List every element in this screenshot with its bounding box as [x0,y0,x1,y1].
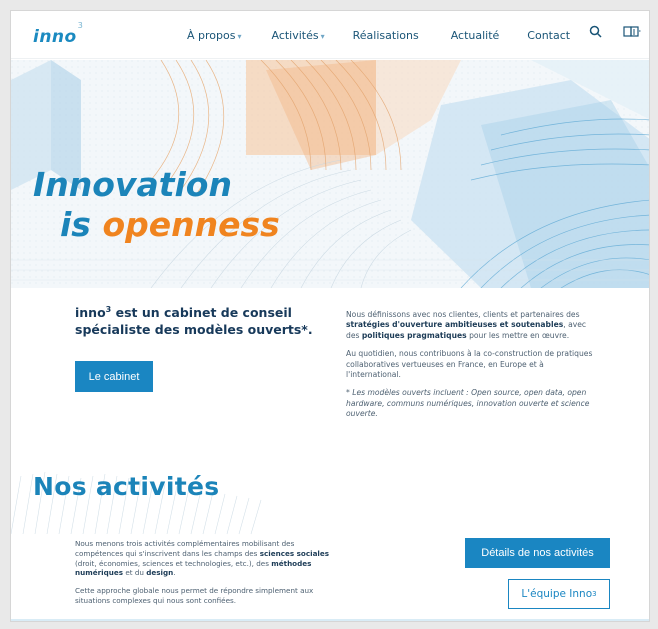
nav-item-actualite[interactable]: Actualité [451,29,500,42]
activities-title: Nos activités [33,472,220,501]
intro-description: Nous définissons avec nos clientes, clie… [346,310,601,428]
hero-title: Innovation is openness [33,165,280,245]
intro-footnote: * Les modèles ouverts incluent : Open so… [346,388,590,419]
activities-description: Nous menons trois activités complémentai… [75,539,337,614]
hero-title-line1: Innovation [33,165,232,204]
book-icon[interactable] [623,25,641,42]
bottom-divider [11,619,649,621]
page-frame: inno3 À propos ▾ Activités ▾ Réalisations … [10,10,650,622]
activities-paragraph-2: Cette approche globale nous permet de ré… [75,586,314,605]
team-button[interactable]: L'équipe Inno 3 [508,579,610,609]
chevron-down-icon: ▾ [320,32,325,41]
nav-item-contact[interactable]: Contact [527,29,570,42]
activities-details-button[interactable]: Détails de nos activités [465,538,610,568]
intro-paragraph-1: Nous définissons avec nos clientes, clie… [346,310,587,340]
logo[interactable]: inno3 [33,21,83,47]
nav-item-realisations[interactable]: Réalisations [353,29,419,42]
intro-heading: inno3 est un cabinet de conseil spéciali… [75,305,313,338]
nav-item-apropos[interactable]: À propos ▾ [187,29,241,42]
main-nav: À propos ▾ Activités ▾ Réalisations Actual… [187,29,570,42]
hero-banner: Innovation is openness [11,60,649,288]
site-header: inno3 À propos ▾ Activités ▾ Réalisations … [11,11,649,59]
search-icon[interactable] [589,25,602,42]
chevron-down-icon: ▾ [237,32,242,41]
activities-paragraph-1: Nous menons trois activités complémentai… [75,539,330,578]
intro-paragraph-2: Au quotidien, nous contribuons à la co-c… [346,349,593,380]
hero-title-line2: is openness [60,205,280,244]
cabinet-button[interactable]: Le cabinet [75,361,153,392]
nav-item-activites[interactable]: Activités ▾ [271,29,324,42]
